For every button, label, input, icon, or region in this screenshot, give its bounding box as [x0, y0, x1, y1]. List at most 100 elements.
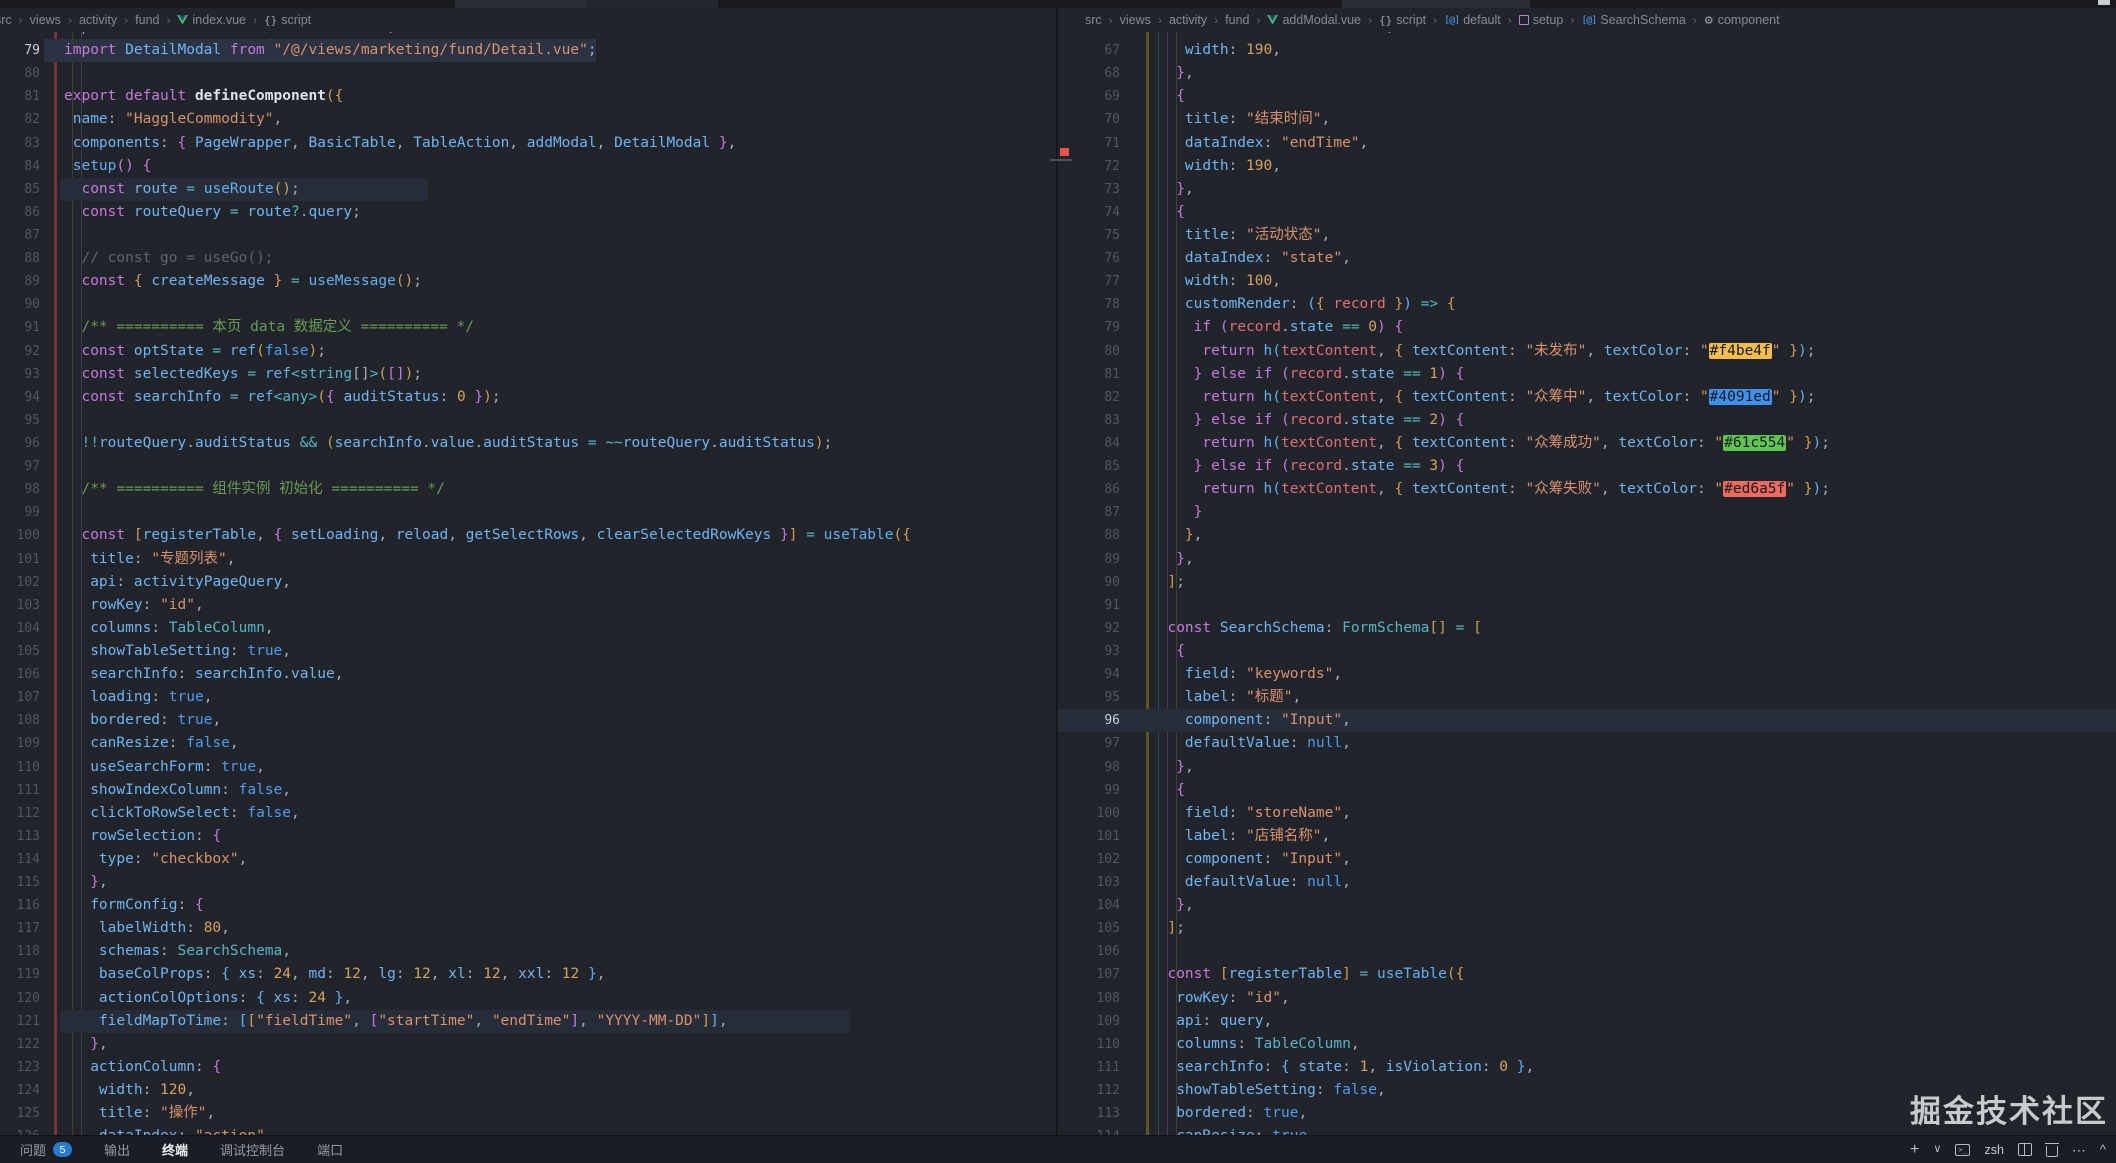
line-number[interactable]: 85 [1058, 455, 1120, 478]
code-line[interactable]: 115 }, [0, 871, 1056, 894]
line-number[interactable]: 88 [0, 247, 40, 270]
code-line[interactable]: 88 }, [1058, 524, 2116, 547]
breadcrumb-item-script[interactable]: {}script [1379, 13, 1426, 27]
line-number[interactable]: 112 [1058, 1079, 1120, 1102]
code-line[interactable]: 93 { [1058, 640, 2116, 663]
line-number[interactable]: 116 [0, 894, 40, 917]
line-number[interactable]: 81 [1058, 363, 1120, 386]
line-number[interactable]: 70 [1058, 108, 1120, 131]
overview-ruler-error-marker[interactable] [1060, 148, 1069, 156]
code-line[interactable]: 68 }, [1058, 62, 2116, 85]
code-line[interactable]: 71 dataIndex: "endTime", [1058, 132, 2116, 155]
line-number[interactable]: 96 [0, 432, 40, 455]
code-line[interactable]: 108 rowKey: "id", [1058, 987, 2116, 1010]
code-line[interactable]: 109 canResize: false, [0, 732, 1056, 755]
line-number[interactable]: 105 [0, 640, 40, 663]
editor-group-left[interactable]: src›views›activity›fund›index.vue›{}scri… [0, 8, 1056, 1135]
line-number[interactable]: 76 [1058, 247, 1120, 270]
code-line[interactable]: 92 const SearchSchema: FormSchema[] = [ [1058, 617, 2116, 640]
code-line[interactable]: 96 !!routeQuery.auditStatus && (searchIn… [0, 432, 1056, 455]
code-line[interactable]: 84 setup() { [0, 155, 1056, 178]
line-number[interactable]: 89 [0, 270, 40, 293]
code-line[interactable]: 108 bordered: true, [0, 709, 1056, 732]
line-number[interactable]: 111 [0, 779, 40, 802]
code-line[interactable]: 78import addModal from "./addModal.vue"; [0, 32, 1056, 39]
launch-profile-chevron-icon[interactable]: ∨ [1933, 1144, 1941, 1155]
line-number[interactable]: 78 [0, 32, 40, 39]
line-number[interactable]: 82 [1058, 386, 1120, 409]
code-line[interactable]: 91 /** ========== 本页 data 数据定义 =========… [0, 316, 1056, 339]
line-number[interactable]: 124 [0, 1079, 40, 1102]
line-number[interactable]: 98 [1058, 756, 1120, 779]
line-number[interactable]: 86 [0, 201, 40, 224]
line-number[interactable]: 115 [0, 871, 40, 894]
line-number[interactable]: 74 [1058, 201, 1120, 224]
code-line[interactable]: 91 [1058, 594, 2116, 617]
line-number[interactable]: 97 [1058, 732, 1120, 755]
breadcrumb-item-index-vue[interactable]: index.vue [177, 13, 246, 27]
line-number[interactable]: 112 [0, 802, 40, 825]
code-line[interactable]: 97 [0, 455, 1056, 478]
code-line[interactable]: 119 baseColProps: { xs: 24, md: 12, lg: … [0, 963, 1056, 986]
line-number[interactable]: 91 [1058, 594, 1120, 617]
line-number[interactable]: 99 [1058, 779, 1120, 802]
breadcrumb-item-fund[interactable]: fund [1225, 13, 1249, 27]
line-number[interactable]: 83 [1058, 409, 1120, 432]
code-line[interactable]: 87 [0, 224, 1056, 247]
line-number[interactable]: 120 [0, 987, 40, 1010]
line-number[interactable]: 85 [0, 178, 40, 201]
line-number[interactable]: 69 [1058, 85, 1120, 108]
line-number[interactable]: 117 [0, 917, 40, 940]
line-number[interactable]: 110 [1058, 1033, 1120, 1056]
code-line[interactable]: 78 customRender: ({ record }) => { [1058, 293, 2116, 316]
code-line[interactable]: 105 ]; [1058, 917, 2116, 940]
code-line[interactable]: 105 showTableSetting: true, [0, 640, 1056, 663]
line-number[interactable]: 123 [0, 1056, 40, 1079]
code-line[interactable]: 103 defaultValue: null, [1058, 871, 2116, 894]
line-number[interactable]: 100 [0, 524, 40, 547]
line-number[interactable]: 105 [1058, 917, 1120, 940]
code-line[interactable]: 80 return h(textContent, { textContent: … [1058, 340, 2116, 363]
code-line[interactable]: 83 } else if (record.state == 2) { [1058, 409, 2116, 432]
code-line[interactable]: 110 useSearchForm: true, [0, 756, 1056, 779]
line-number[interactable]: 66 [1058, 32, 1120, 39]
split-terminal-icon[interactable] [2018, 1143, 2032, 1156]
line-number[interactable]: 104 [1058, 894, 1120, 917]
line-number[interactable]: 111 [1058, 1056, 1120, 1079]
line-number[interactable]: 113 [1058, 1102, 1120, 1125]
line-number[interactable]: 80 [1058, 340, 1120, 363]
line-number[interactable]: 67 [1058, 39, 1120, 62]
code-line[interactable]: 102 api: activityPageQuery, [0, 571, 1056, 594]
code-line[interactable]: 80 [0, 62, 1056, 85]
code-line[interactable]: 82 return h(textContent, { textContent: … [1058, 386, 2116, 409]
code-line[interactable]: 102 component: "Input", [1058, 848, 2116, 871]
code-viewport-right[interactable]: 66 dataIndex: "createTime",67 width: 190… [1058, 32, 2116, 1135]
line-number[interactable]: 88 [1058, 524, 1120, 547]
line-number[interactable]: 86 [1058, 478, 1120, 501]
line-number[interactable]: 92 [0, 340, 40, 363]
code-line[interactable]: 93 const selectedKeys = ref<string[]>([]… [0, 363, 1056, 386]
line-number[interactable]: 102 [1058, 848, 1120, 871]
editor-tab-strip[interactable] [0, 0, 2116, 8]
code-line[interactable]: 126 dataIndex: "action" [0, 1125, 1056, 1135]
code-line[interactable]: 90 [0, 293, 1056, 316]
line-number[interactable]: 93 [0, 363, 40, 386]
code-line[interactable]: 109 api: query, [1058, 1010, 2116, 1033]
code-line[interactable]: 117 labelWidth: 80, [0, 917, 1056, 940]
code-line[interactable]: 90 ]; [1058, 571, 2116, 594]
line-number[interactable]: 125 [0, 1102, 40, 1125]
code-line[interactable]: 88 // const go = useGo(); [0, 247, 1056, 270]
line-number[interactable]: 68 [1058, 62, 1120, 85]
kill-terminal-icon[interactable] [2046, 1146, 2058, 1157]
active-tab-sliver-right[interactable] [1342, 0, 1530, 8]
panel-tab-问题[interactable]: 问题5 [4, 1136, 88, 1163]
code-line[interactable]: 98 }, [1058, 756, 2116, 779]
line-number[interactable]: 97 [0, 455, 40, 478]
line-number[interactable]: 84 [0, 155, 40, 178]
code-line[interactable]: 77 width: 100, [1058, 270, 2116, 293]
code-line[interactable]: 107 loading: true, [0, 686, 1056, 709]
code-line[interactable]: 104 columns: TableColumn, [0, 617, 1056, 640]
line-number[interactable]: 79 [0, 39, 40, 62]
line-number[interactable]: 121 [0, 1010, 40, 1033]
line-number[interactable]: 80 [0, 62, 40, 85]
